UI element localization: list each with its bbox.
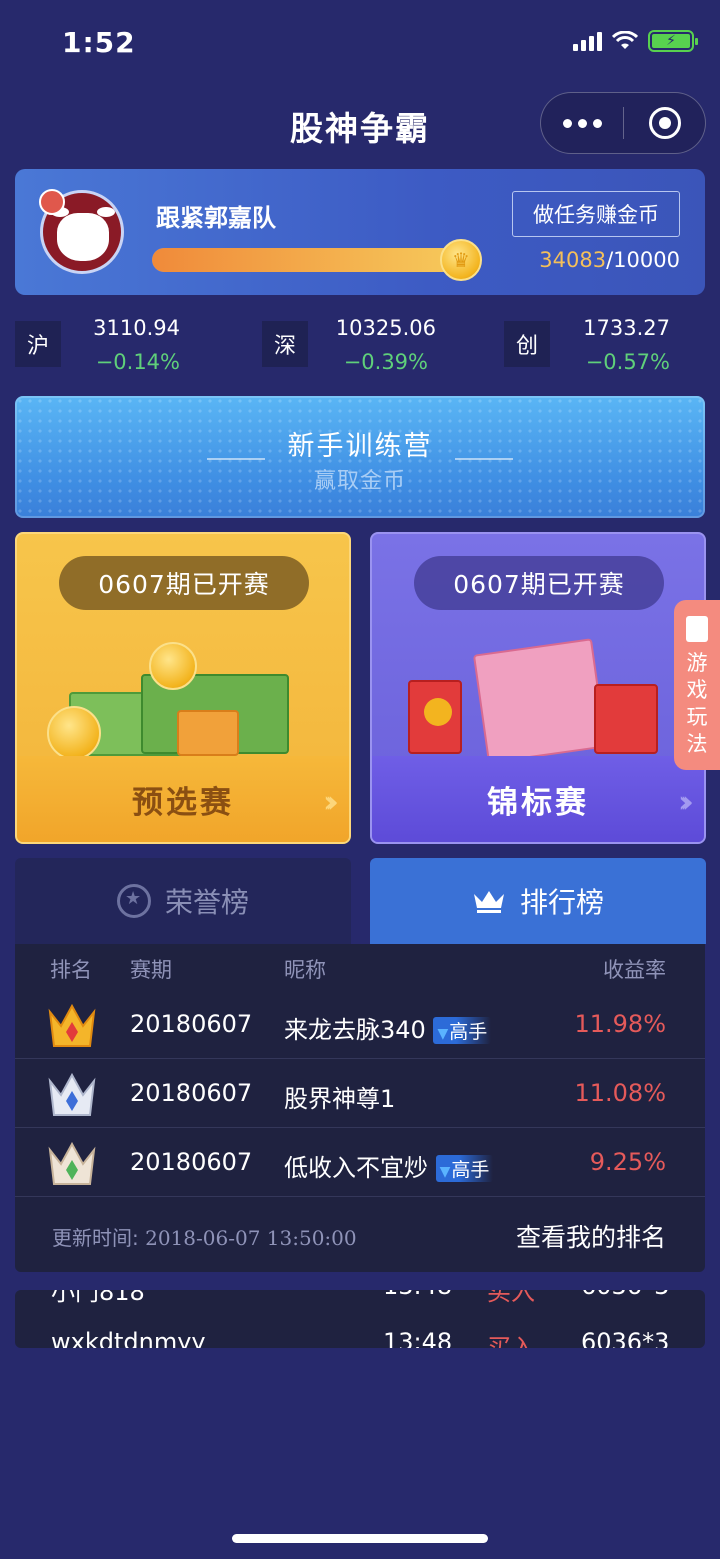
ticker-trade: 6036*3 <box>581 1290 669 1300</box>
gold-crown-icon <box>48 1003 96 1047</box>
coin-count: 34083/10000 <box>539 248 680 272</box>
ticker-trade: 6036*3 <box>581 1328 670 1348</box>
medal-icon <box>116 884 151 918</box>
update-time-value: 2018-06-07 13:50:00 <box>145 1226 357 1250</box>
col-header-rank: 排名 <box>50 958 92 982</box>
ticker-name: wxkdtdnmyy <box>51 1328 206 1348</box>
tab-rank-label: 排行榜 <box>519 886 604 919</box>
index-value-sh: 3110.94 <box>93 316 180 340</box>
trade-ticker: 小门818 13:48 买入 6036*3 wxkdtdnmyy 13:48 买… <box>15 1290 705 1348</box>
red-envelope-icon <box>594 684 658 754</box>
prelim-match-card[interactable]: 0607期已开赛 预选赛 ››› <box>15 532 351 844</box>
home-indicator <box>232 1534 488 1543</box>
game-rules-char: 法 <box>686 732 708 756</box>
crown-coin-icon: ♛ <box>440 239 482 281</box>
update-time: 更新时间: 2018-06-07 13:50:00 <box>52 1222 357 1251</box>
ticker-action: 买入 <box>487 1334 535 1348</box>
game-rules-char: 戏 <box>686 678 708 702</box>
ticker-name: 小门818 <box>51 1290 145 1306</box>
close-miniprogram-button[interactable] <box>624 107 705 139</box>
championship-card[interactable]: 0607期已开赛 锦标赛 ››› <box>370 532 706 844</box>
gold-coin-icon <box>47 706 101 760</box>
col-header-rate: 收益率 <box>603 958 666 982</box>
cash-stack-icon <box>472 638 608 764</box>
trainee-camp-title: 新手训练营 <box>287 431 433 462</box>
index-value-sz: 10325.06 <box>335 316 436 340</box>
index-change-cy: −0.57% <box>585 350 670 374</box>
ticker-action: 买入 <box>487 1290 535 1306</box>
row3-nick: 低收入不宜炒 高手 <box>284 1148 494 1183</box>
team-name: 跟紧郭嘉队 <box>156 204 276 232</box>
row3-rate: 9.25% <box>589 1148 666 1176</box>
wifi-icon <box>612 31 638 49</box>
battery-icon: ⚡ <box>648 30 698 52</box>
game-rules-char: 玩 <box>686 705 708 729</box>
ticker-time: 13:48 <box>383 1290 452 1300</box>
row3-period: 20180607 <box>130 1148 253 1176</box>
index-change-sh: −0.14% <box>95 350 180 374</box>
prelim-status-pill: 0607期已开赛 <box>59 556 309 610</box>
index-value-cy: 1733.27 <box>583 316 670 340</box>
silver-crown-icon <box>48 1072 96 1116</box>
chevrons-right-icon: ››› <box>678 785 694 820</box>
view-my-rank-link[interactable]: 查看我的排名 <box>516 1218 666 1254</box>
pro-badge: 高手 <box>433 1017 492 1044</box>
index-label-cy: 创 <box>504 321 550 367</box>
trainee-camp-subtitle: 赢取金币 <box>313 469 406 494</box>
signal-icon <box>573 31 602 51</box>
update-time-label: 更新时间: <box>52 1226 139 1250</box>
crown-icon <box>473 891 504 913</box>
prelim-match-label: 预选赛 <box>17 756 349 842</box>
tab-ranking-board[interactable]: 排行榜 <box>370 858 706 944</box>
coin-current: 34083 <box>539 248 607 272</box>
row2-period: 20180607 <box>130 1079 253 1107</box>
col-header-period: 赛期 <box>130 958 172 982</box>
avatar-badge-icon <box>39 189 65 215</box>
ticker-time: 13:48 <box>383 1328 453 1348</box>
col-header-nick: 昵称 <box>284 958 326 982</box>
chevrons-right-icon: ››› <box>323 785 339 820</box>
more-menu-button[interactable] <box>541 118 623 128</box>
tab-honor-board[interactable]: 荣誉榜 <box>15 858 351 944</box>
coin-progress-bar <box>152 248 470 272</box>
index-label-sh: 沪 <box>15 321 61 367</box>
row1-rate: 11.98% <box>574 1010 666 1038</box>
status-icons: ⚡ <box>573 30 698 52</box>
row3-nick-text: 低收入不宜炒 <box>284 1154 428 1182</box>
index-label-sz: 深 <box>262 321 308 367</box>
status-time: 1:52 <box>62 26 136 59</box>
index-change-sz: −0.39% <box>343 350 428 374</box>
target-icon <box>648 107 681 139</box>
game-rules-char: 游 <box>686 651 708 675</box>
coin-total: /10000 <box>606 248 680 272</box>
document-icon <box>686 616 708 642</box>
pro-badge: 高手 <box>435 1155 494 1182</box>
miniprogram-capsule <box>540 92 706 154</box>
row1-nick-text: 来龙去脉340 <box>284 1016 426 1044</box>
row2-rate: 11.08% <box>574 1079 666 1107</box>
row2-nick: 股界神尊1 <box>284 1085 396 1113</box>
coin-progress-fill <box>152 248 455 272</box>
row1-nick: 来龙去脉340 高手 <box>284 1010 492 1045</box>
championship-label: 锦标赛 <box>372 756 704 842</box>
champ-status-pill: 0607期已开赛 <box>414 556 664 610</box>
bronze-crown-icon <box>48 1141 96 1185</box>
game-rules-button[interactable]: 游 戏 玩 法 <box>674 600 720 770</box>
gold-coin-icon <box>149 642 197 690</box>
earn-coins-button[interactable]: 做任务赚金币 <box>512 191 680 237</box>
row1-period: 20180607 <box>130 1010 253 1038</box>
tab-honor-label: 荣誉榜 <box>164 886 249 919</box>
